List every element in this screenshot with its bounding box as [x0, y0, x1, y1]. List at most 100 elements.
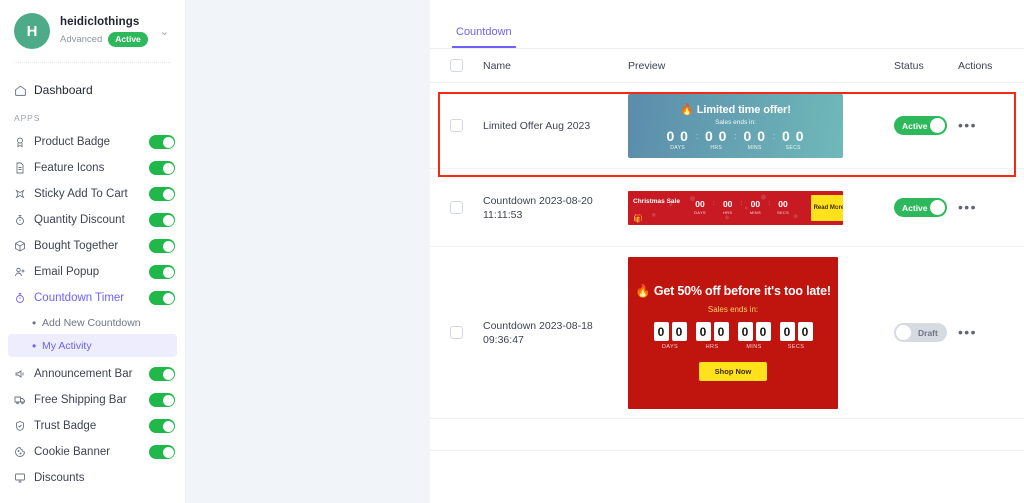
- toggle-cookie-banner[interactable]: [149, 445, 175, 459]
- shield-icon: [14, 420, 34, 432]
- status-toggle-active[interactable]: Active: [894, 116, 947, 136]
- table-row[interactable]: Limited Offer Aug 2023 🔥 Limited time of…: [430, 83, 1024, 169]
- status-toggle-draft[interactable]: Draft: [894, 323, 947, 343]
- more-actions-icon[interactable]: •••: [958, 324, 977, 340]
- more-actions-icon[interactable]: •••: [958, 199, 977, 215]
- sidebar-item-sticky-add-to-cart[interactable]: Sticky Add To Cart: [0, 181, 185, 207]
- timer-digit: 0: [779, 322, 795, 341]
- sidebar-item-feature-icons[interactable]: Feature Icons: [0, 155, 185, 181]
- close-icon[interactable]: ×: [835, 204, 839, 211]
- sidebar-item-label: Bought Together: [34, 240, 119, 252]
- stopwatch-icon: [14, 214, 34, 226]
- document-icon: [14, 162, 34, 174]
- preview-title: 🔥 Limited time offer!: [680, 104, 791, 116]
- cookie-icon: [14, 446, 34, 458]
- sidebar-subitem-label: Add New Countdown: [42, 316, 141, 329]
- gift-emoji-icon: 🎁: [633, 213, 643, 223]
- countdown-preview-gradient: 🔥 Limited time offer! Sales ends in: 0 0…: [628, 93, 843, 158]
- timer-digit: 0: [695, 322, 711, 341]
- timer-unit-days: 0 0 DAYS: [660, 128, 696, 152]
- row-name: Limited Offer Aug 2023: [483, 119, 591, 132]
- row-actions[interactable]: •••: [958, 324, 1010, 342]
- timer-digit: 0: [713, 322, 729, 341]
- timer-value: 00: [750, 199, 761, 209]
- main-panel: Countdown Name Preview Status Actions Li…: [430, 0, 1024, 503]
- sidebar-item-email-popup[interactable]: Email Popup: [0, 259, 185, 285]
- toggle-countdown-timer[interactable]: [149, 291, 175, 305]
- column-header-status: Status: [894, 59, 924, 72]
- sidebar-item-quantity-discount[interactable]: Quantity Discount: [0, 207, 185, 233]
- timer-label: MINS: [749, 210, 761, 215]
- sidebar-item-label: Product Badge: [34, 136, 111, 148]
- toggle-trust-badge[interactable]: [149, 419, 175, 433]
- preview-cta-button[interactable]: Shop Now: [698, 362, 768, 381]
- sidebar-item-dashboard[interactable]: Dashboard: [0, 77, 185, 103]
- sidebar-item-cookie-banner[interactable]: Cookie Banner: [0, 439, 185, 465]
- sidebar-item-label: Feature Icons: [34, 162, 105, 174]
- sidebar-item-announcement-bar[interactable]: Announcement Bar: [0, 361, 185, 387]
- apps-list-bottom: Announcement Bar Free Shipping Bar Trust…: [0, 361, 185, 491]
- row-preview: 🔥 Get 50% off before it's too late! Sale…: [628, 256, 894, 409]
- toggle-bought-together[interactable]: [149, 239, 175, 253]
- preview-subtitle: Sales ends in:: [707, 305, 759, 314]
- row-checkbox[interactable]: [450, 119, 483, 132]
- sidebar-item-countdown-timer[interactable]: Countdown Timer: [0, 285, 185, 311]
- more-actions-icon[interactable]: •••: [958, 117, 977, 133]
- toggle-free-shipping-bar[interactable]: [149, 393, 175, 407]
- row-actions[interactable]: •••: [958, 199, 1010, 217]
- monitor-icon: [14, 472, 34, 484]
- sidebar-item-free-shipping-bar[interactable]: Free Shipping Bar: [0, 387, 185, 413]
- timer-unit-hrs: 0 0 HRS: [698, 129, 734, 152]
- row-status[interactable]: Draft: [894, 323, 958, 343]
- select-all-checkbox[interactable]: [450, 59, 483, 72]
- sidebar-item-my-activity[interactable]: • My Activity: [8, 334, 177, 357]
- sidebar-item-add-new-countdown[interactable]: • Add New Countdown: [8, 311, 177, 334]
- row-status[interactable]: Active: [894, 198, 958, 218]
- table-row[interactable]: Countdown 2023-08-18 09:36:47 🔥 Get 50% …: [430, 247, 1024, 419]
- toggle-quantity-discount[interactable]: [149, 213, 175, 227]
- tab-countdown[interactable]: Countdown: [452, 26, 516, 48]
- sidebar-item-trust-badge[interactable]: Trust Badge: [0, 413, 185, 439]
- toggle-feature-icons[interactable]: [149, 161, 175, 175]
- box-icon: [14, 240, 34, 252]
- badge-icon: [14, 136, 34, 148]
- row-checkbox[interactable]: [450, 201, 483, 214]
- chevron-down-icon[interactable]: ⌄: [160, 25, 175, 38]
- bullet-icon: •: [32, 315, 37, 330]
- timer-digit: 0: [797, 322, 813, 341]
- row-actions[interactable]: •••: [958, 117, 1010, 135]
- timer-label: HRS: [710, 145, 723, 151]
- sidebar-item-bought-together[interactable]: Bought Together: [0, 233, 185, 259]
- timer-value: 00: [722, 199, 733, 209]
- timer-value: 0 0: [666, 128, 689, 144]
- sidebar-item-label: Countdown Timer: [34, 292, 125, 304]
- row-checkbox[interactable]: [450, 326, 483, 339]
- timer-label: MINS: [747, 145, 762, 151]
- sidebar-item-product-badge[interactable]: Product Badge: [0, 129, 185, 155]
- timer-label: SECS: [785, 145, 801, 151]
- store-selector[interactable]: H heidiclothings Advanced Active ⌄: [0, 0, 185, 49]
- timer-value: 00: [778, 199, 788, 209]
- table-row-empty: [430, 419, 1024, 451]
- row-preview: 🔥 Limited time offer! Sales ends in: 0 0…: [628, 93, 894, 158]
- countdown-preview-red-card: 🔥 Get 50% off before it's too late! Sale…: [628, 256, 838, 409]
- store-name: heidiclothings: [60, 16, 140, 28]
- timer-digit: 0: [653, 322, 669, 341]
- timer-value: 00: [695, 199, 705, 209]
- toggle-announcement-bar[interactable]: [149, 367, 175, 381]
- status-badge: Active: [108, 32, 148, 47]
- table-row[interactable]: Countdown 2023-08-20 11:11:53 Christmas …: [430, 169, 1024, 247]
- toggle-sticky-add-to-cart[interactable]: [149, 187, 175, 201]
- preview-timer: 0 0 DAYS 0 0 HRS 0 0 MINS 0 0 SECS: [653, 322, 813, 350]
- timer-label: SECS: [776, 210, 790, 215]
- row-status[interactable]: Active: [894, 116, 958, 136]
- toggle-product-badge[interactable]: [149, 135, 175, 149]
- sidebar: H heidiclothings Advanced Active ⌄ Dashb…: [0, 0, 186, 503]
- status-toggle-active[interactable]: Active: [894, 198, 947, 218]
- timer-unit-hrs: 00 HRS: [715, 199, 741, 216]
- sidebar-item-discounts[interactable]: Discounts: [0, 465, 185, 491]
- timer-label: DAYS: [661, 344, 679, 350]
- home-icon: [14, 84, 34, 97]
- toggle-email-popup[interactable]: [149, 265, 175, 279]
- app-root: H heidiclothings Advanced Active ⌄ Dashb…: [0, 0, 1024, 503]
